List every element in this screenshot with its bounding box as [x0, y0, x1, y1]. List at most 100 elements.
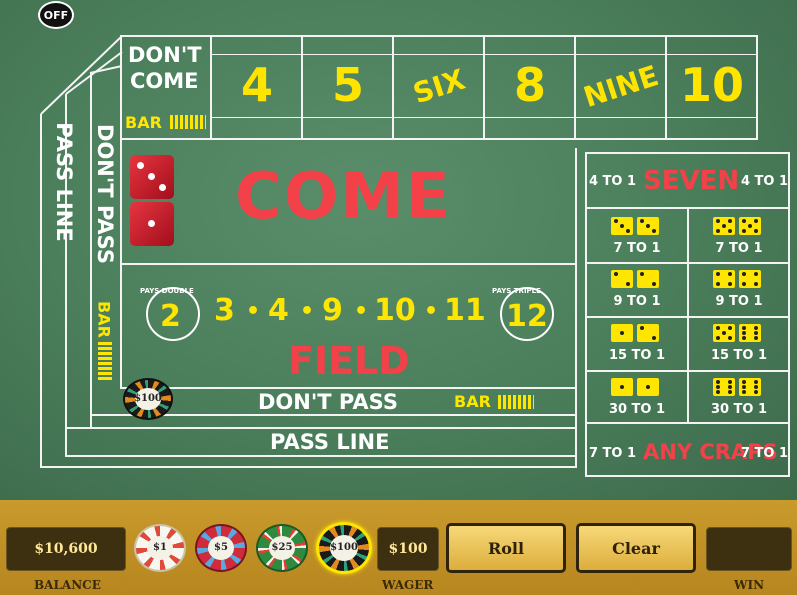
hardway-odds: 7 TO 1 [613, 241, 661, 256]
craps-table-felt: OFF DON'T COME BAR 4 5 SIX 8 NINE 10 PAS… [0, 0, 797, 500]
dont-pass-vertical-label[interactable]: DON'T PASS [93, 119, 117, 269]
field-bet-area[interactable]: PAYS DOUBLE 2 3 • 4 • 9 • 10 • 11 PAYS T… [122, 265, 577, 387]
prop-odds: 15 TO 1 [608, 348, 666, 363]
pass-line-inner-bottom [65, 455, 577, 457]
point-box-4[interactable]: 4 [212, 58, 302, 112]
chip-1-button[interactable]: $1 [134, 524, 186, 572]
seven-bet[interactable]: SEVEN [643, 166, 739, 196]
chip-label: $100 [330, 535, 358, 561]
hardway-10-bet[interactable]: 7 TO 1 [689, 209, 789, 262]
bar-dice-icon [170, 115, 206, 129]
chip-5-button[interactable]: $5 [195, 524, 247, 572]
come-box-top [120, 138, 758, 140]
hardway-6-bet[interactable]: 7 TO 1 [587, 209, 687, 262]
prop-odds: 30 TO 1 [608, 402, 666, 417]
die-face-2 [637, 270, 659, 288]
chip-value: $100 [134, 388, 162, 410]
pays-double-label: PAYS DOUBLE [140, 287, 194, 295]
die-face-5 [713, 217, 735, 235]
field-number-12: 12 [506, 299, 548, 334]
die-face-3 [611, 217, 633, 235]
pass-line-top-edge [66, 427, 577, 429]
bar-dice-icon [498, 395, 534, 409]
chip-label: $5 [207, 535, 235, 561]
pass-line-bet-area[interactable]: PASS LINE [270, 430, 389, 454]
hardway-4-bet[interactable]: 9 TO 1 [587, 264, 687, 316]
chip-label: $25 [268, 535, 296, 561]
die-face-1 [611, 378, 633, 396]
chip-label: $1 [146, 535, 174, 561]
wager-label: WAGER [382, 578, 434, 592]
field-number-3: 3 [214, 293, 235, 328]
balance-display: $10,600 [6, 527, 126, 571]
dont-come-box[interactable]: DON'T COME BAR [122, 37, 210, 138]
point-box-5[interactable]: 5 [303, 58, 393, 112]
field-number-11: 11 [444, 293, 486, 328]
die-face-5 [739, 217, 761, 235]
any-craps-left-odds: 7 TO 1 [588, 446, 637, 461]
seven-right-odds: 4 TO 1 [740, 174, 789, 189]
roll-button[interactable]: Roll [446, 523, 566, 573]
win-label: WIN [734, 578, 765, 592]
die-face-3 [637, 217, 659, 235]
hardway-odds: 9 TO 1 [613, 294, 661, 309]
bar-dice-icon [98, 342, 112, 380]
field-dot: • [300, 299, 315, 324]
die-pip [148, 173, 155, 180]
chip-25-button[interactable]: $25 [256, 524, 308, 572]
die-pip [148, 220, 155, 227]
chip-100-button[interactable]: $100 [316, 522, 372, 574]
control-bar: $10,600 BALANCE $1 $5 $25 $100 $100 WAGE… [0, 500, 797, 595]
clear-button[interactable]: Clear [576, 523, 696, 573]
ace-deuce-bet[interactable]: 15 TO 1 [587, 318, 687, 370]
die-pip [159, 184, 166, 191]
dont-come-line2: COME [130, 69, 199, 93]
prop-divider [587, 422, 788, 424]
die-face-6 [739, 378, 761, 396]
balance-label: BALANCE [34, 578, 101, 592]
pass-line-vertical-label[interactable]: PASS LINE [52, 102, 76, 262]
hardway-8-bet[interactable]: 9 TO 1 [689, 264, 789, 316]
yo-eleven-bet[interactable]: 15 TO 1 [689, 318, 789, 370]
prop-odds: 30 TO 1 [710, 402, 768, 417]
any-craps-right-odds: 7 TO 1 [740, 446, 789, 461]
boxcars-bet[interactable]: 30 TO 1 [689, 372, 789, 422]
die-face-1 [611, 324, 633, 342]
die-face-1 [637, 378, 659, 396]
dont-pass-lane-left [90, 73, 92, 428]
field-dot: • [246, 299, 261, 324]
die-pip [137, 162, 144, 169]
die-face-2 [611, 270, 633, 288]
field-number-4: 4 [268, 293, 289, 328]
point-box-8[interactable]: 8 [485, 58, 575, 112]
point-box-10[interactable]: 10 [667, 58, 757, 112]
win-display [706, 527, 792, 571]
field-number-10: 10 [374, 293, 416, 328]
field-dot: • [424, 299, 439, 324]
dont-come-line1: DON'T [128, 43, 202, 67]
die-face-6 [713, 378, 735, 396]
field-number-9: 9 [322, 293, 343, 328]
aces-bet[interactable]: 30 TO 1 [587, 372, 687, 422]
seven-left-odds: 4 TO 1 [588, 174, 637, 189]
hardway-odds: 9 TO 1 [715, 294, 763, 309]
dont-pass-bet-area[interactable]: DON'T PASS [258, 390, 398, 414]
die-face-4 [713, 270, 735, 288]
dont-pass-bar-label: BAR [454, 392, 491, 411]
hardway-odds: 7 TO 1 [715, 241, 763, 256]
pass-line-chip[interactable]: $100 [123, 378, 173, 420]
prop-odds: 15 TO 1 [710, 348, 768, 363]
field-dot: • [354, 299, 369, 324]
table-top-edge [120, 35, 758, 37]
field-label: FIELD [288, 339, 410, 383]
die-face-2 [637, 324, 659, 342]
die-face-5 [713, 324, 735, 342]
die-face-6 [739, 324, 761, 342]
dont-come-bar-label: BAR [125, 113, 162, 132]
die-face-4 [739, 270, 761, 288]
come-bet-area[interactable]: COME [235, 160, 452, 234]
pays-triple-label: PAYS TRIPLE [492, 287, 541, 295]
bar-vertical-label: BAR [94, 301, 114, 338]
proposition-panel: 4 TO 1 SEVEN 4 TO 1 7 TO 1 7 TO 1 9 TO 1 [585, 152, 790, 477]
red-die [130, 202, 174, 246]
